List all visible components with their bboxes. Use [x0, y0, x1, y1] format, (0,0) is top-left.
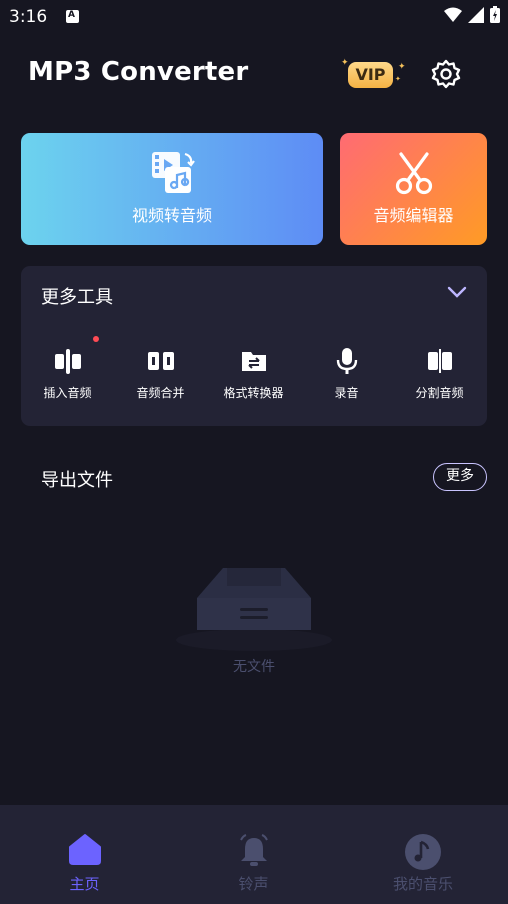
insert-audio-icon [21, 346, 114, 376]
chevron-down-icon[interactable] [447, 284, 467, 303]
video-to-audio-card[interactable]: 视频转音频 [21, 133, 323, 245]
format-convert-icon [207, 346, 300, 376]
settings-button[interactable] [430, 58, 462, 90]
tool-label: 音频合并 [136, 386, 185, 400]
gear-icon [431, 59, 461, 89]
merge-audio-icon [114, 346, 207, 376]
sparkle-icon: ✦ [395, 75, 401, 83]
signal-icon [468, 6, 484, 23]
status-bar: 3:16 A [0, 0, 508, 34]
notification-icon: A [66, 10, 79, 23]
nav-ringtones[interactable]: 铃声 [169, 805, 338, 904]
status-time: 3:16 [9, 7, 48, 27]
audio-editor-card[interactable]: 音频编辑器 [340, 133, 487, 245]
tool-merge-audio[interactable]: 音频合并 [114, 346, 207, 401]
tool-label: 录音 [334, 386, 359, 400]
tool-label: 分割音频 [415, 386, 464, 400]
tool-format-convert[interactable]: 格式转换器 [207, 346, 300, 401]
status-icons [444, 6, 500, 23]
bottom-navigation: 主页 铃声 我的音乐 [0, 805, 508, 904]
video-to-audio-icon [149, 150, 195, 200]
video-to-audio-label: 视频转音频 [131, 206, 212, 225]
more-tools-title: 更多工具 [41, 287, 113, 308]
bell-icon [237, 833, 271, 873]
new-badge-dot [93, 336, 99, 342]
home-icon [68, 833, 102, 869]
empty-state-text: 无文件 [233, 659, 275, 675]
tool-insert-audio[interactable]: 插入音频 [21, 336, 114, 401]
nav-home[interactable]: 主页 [0, 805, 169, 904]
vip-button[interactable]: ✦ VIP ✦ ✦ [341, 58, 407, 92]
split-audio-icon [393, 346, 486, 376]
nav-label: 我的音乐 [392, 875, 453, 893]
audio-editor-label: 音频编辑器 [373, 206, 454, 225]
battery-icon [490, 6, 500, 23]
notification-letter: A [68, 10, 75, 20]
microphone-icon [300, 346, 393, 376]
tool-label: 插入音频 [43, 386, 92, 400]
scissors-icon [391, 150, 437, 200]
app-title: MP3 Converter [28, 57, 249, 87]
nav-label: 铃声 [238, 875, 269, 893]
more-button[interactable]: 更多 [433, 463, 487, 491]
nav-label: 主页 [69, 875, 100, 893]
nav-my-music[interactable]: 我的音乐 [338, 805, 508, 904]
music-note-icon [404, 833, 442, 875]
wifi-icon [444, 7, 462, 22]
tool-split-audio[interactable]: 分割音频 [393, 346, 486, 401]
tool-record[interactable]: 录音 [300, 346, 393, 401]
vip-label: VIP [348, 62, 393, 88]
tool-label: 格式转换器 [223, 386, 284, 400]
more-tools-panel: 更多工具 插入音频 音频合并 格式转换器 录音 分割音频 [21, 266, 487, 426]
sparkle-icon: ✦ [398, 62, 406, 72]
export-files-title: 导出文件 [41, 470, 113, 491]
empty-drawer-icon [173, 566, 335, 656]
